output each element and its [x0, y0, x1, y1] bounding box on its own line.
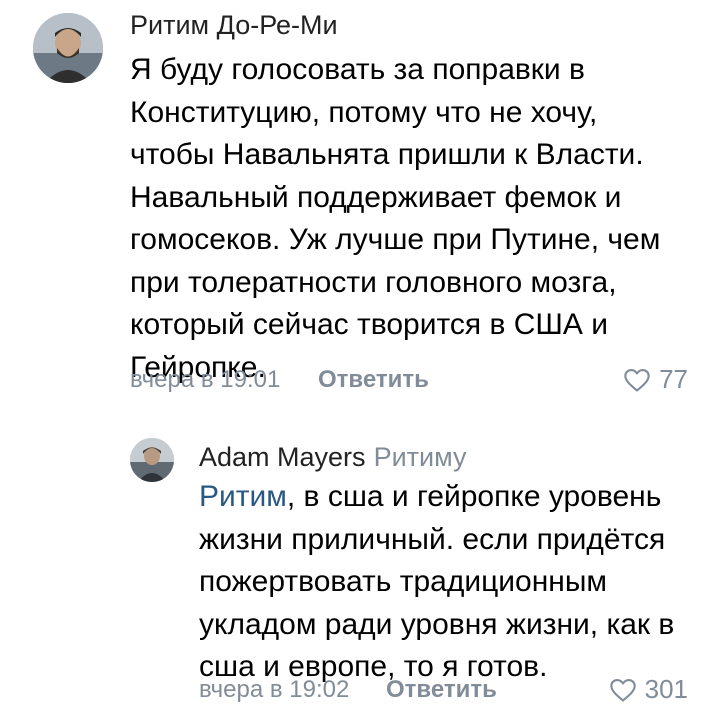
reply-reply-button[interactable]: Ответить [386, 676, 497, 704]
comment-author-avatar[interactable] [33, 13, 103, 83]
comment-reply-button[interactable]: Ответить [318, 366, 429, 394]
heart-icon [609, 678, 636, 702]
reply-text: Ритим, в сша и гейропке уровень жизни пр… [199, 476, 679, 689]
comment-author-name[interactable]: Ритим До-Ре-Ми [130, 10, 338, 41]
reply-timestamp[interactable]: вчера в 19:02 [199, 676, 349, 704]
reply-author-avatar[interactable] [130, 438, 174, 482]
reply-to-label[interactable]: Ритиму [374, 442, 467, 472]
reply-author-name[interactable]: Adam Mayers Ритиму [199, 442, 466, 473]
reply-like-button[interactable]: 301 [609, 674, 688, 705]
comment-like-count: 77 [659, 364, 688, 394]
comment-like-button[interactable]: 77 [623, 364, 688, 395]
person-avatar-icon [33, 13, 103, 83]
comment-text: Я буду голосовать за поправки в Конститу… [130, 53, 661, 384]
heart-icon [624, 368, 650, 392]
person-avatar-icon [130, 438, 174, 482]
reply-author-label[interactable]: Adam Mayers [199, 442, 366, 472]
comment-timestamp[interactable]: вчера в 19:01 [130, 366, 280, 394]
reply-mention-link[interactable]: Ритим [199, 480, 287, 513]
reply-like-count: 301 [644, 674, 688, 704]
